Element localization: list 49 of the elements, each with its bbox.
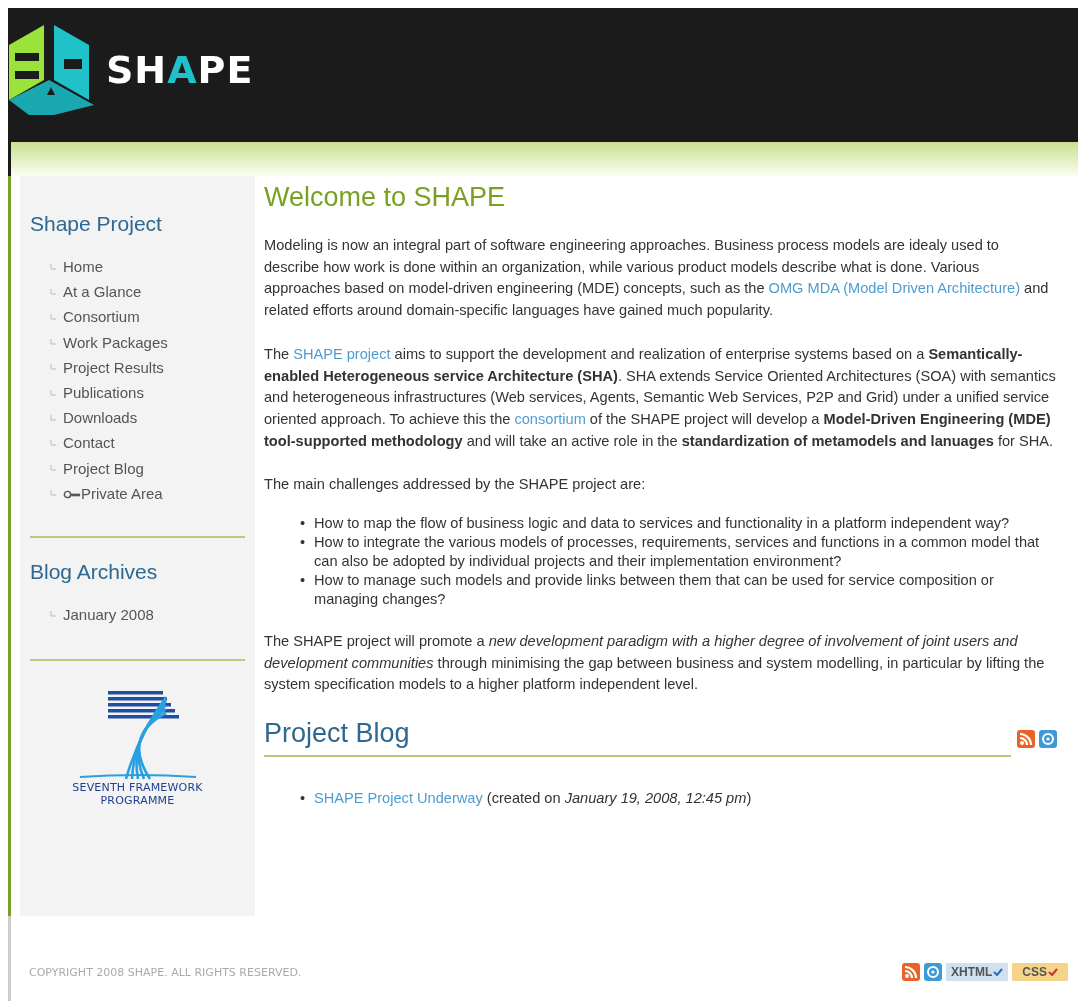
bullet-icon [50,611,56,618]
validator-badge[interactable]: XHTML [946,963,1009,981]
bullet-icon: • [300,789,306,809]
bullet-icon [50,439,56,446]
programme-name: SEVENTH FRAMEWORK PROGRAMME [72,781,203,808]
bullet-icon: • [300,571,306,591]
paragraph: Modeling is now an integral part of software engineering approaches. Business process models are idealy used to describe how work is done within an organization, while various product models describe what is done. Various approaches based on model-driven engineering (MDE) concepts, such as the OMG MDA (Model Driven Architecture) and related efforts around domain-specific languages have gained much popularity. [264,236,1050,321]
seven-logo-icon [77,691,198,782]
nav-link[interactable]: At a Glance [63,283,142,301]
nav-link[interactable]: Publications [63,384,144,402]
bullet-icon [50,364,56,371]
bullet-icon [50,389,56,396]
bullet-icon [50,313,56,320]
nav-link[interactable]: Contact [63,434,115,452]
nav-link[interactable]: Private Area [63,484,163,502]
list-item: How to integrate the various models of processes, requirements, services and functions in a common model that can also be adopted by individual projects and their implementation environment? [314,533,1041,572]
nav-link[interactable]: Home [63,258,103,276]
bullet-icon: • [300,533,306,553]
nav-link[interactable]: Project Blog [63,459,144,477]
paragraph: The main challenges addressed by the SHAPE project are: [264,475,647,495]
bullet-icon [50,263,56,270]
bullet-icon [50,465,56,472]
nav-link[interactable]: Project Results [63,358,164,376]
section-title: Blog Archives [30,559,159,584]
feed-icon[interactable] [924,963,942,981]
blog-post: SHAPE Project Underway (created on January 19, 2008, 12:45 pm) [314,789,753,809]
bullet-icon [50,288,56,295]
bullet-icon [50,490,56,497]
bullet-icon: • [300,514,306,534]
section-title: Shape Project [30,212,163,236]
key-icon [63,489,81,499]
list-item: How to manage such models and provide links between them that can be used for service composition or managing changes? [314,571,995,610]
copyright-text: COPYRIGHT 2008 SHAPE. ALL RIGHTS RESERVED. [29,965,302,979]
list-item: How to map the flow of business logic and data to services and functionality in a platform independent way? [314,514,1011,534]
nav-link[interactable]: Downloads [63,409,138,427]
nav-link[interactable]: January 2008 [63,605,154,623]
paragraph: The SHAPE project will promote a new development paradigm with a higher degree of involvement of joint users and development communities through minimising the gap between business and system modelling, in particular by lifting the system specification models to a higher platform independent level. [264,632,1046,695]
rss-icon[interactable] [1017,730,1035,749]
nav-link[interactable]: Consortium [63,308,140,326]
bullet-icon [50,414,56,421]
bullet-icon [50,339,56,346]
rss-icon[interactable] [902,963,920,981]
validator-badge[interactable]: CSS [1012,963,1068,981]
page-title: Welcome to SHAPE [264,182,507,213]
feed-icon[interactable] [1039,730,1057,749]
nav-link[interactable]: Work Packages [63,333,168,351]
site-logo[interactable]: SHAPE [8,25,254,115]
section-title: Project Blog [264,718,410,750]
paragraph: The SHAPE project aims to support the development and realization of enterprise systems based on a Semantically-enabled Heterogeneous service Architecture (SHA). SHA extends Service Oriented Architectures (SOA) with semantics and heterogeneous infrastructures (Web services, Agents, Semantic Web Services, P2P and Grid) under a unified service oriented approach. To achieve this the consortium of the SHAPE project will develop a Model-Driven Engineering (MDE) tool-supported methodology and will take an active role in the standardization of metamodels and lanuages for SHA. [264,344,1057,451]
